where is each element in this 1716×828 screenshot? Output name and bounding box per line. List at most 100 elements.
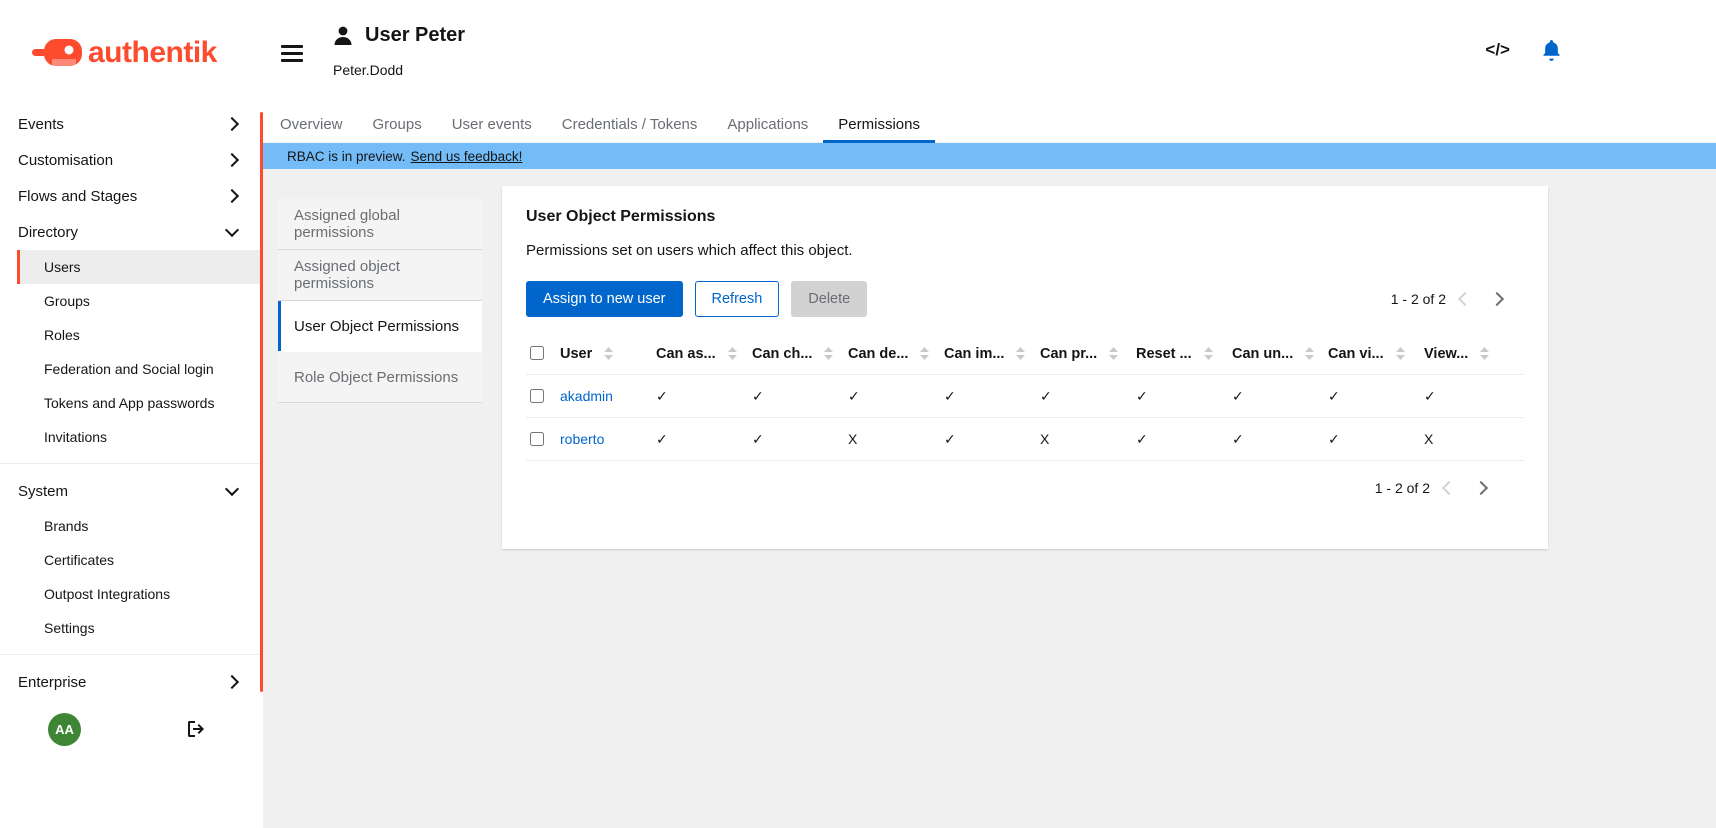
tab-applications[interactable]: Applications — [712, 106, 823, 142]
sidebar-item-roles[interactable]: Roles — [17, 318, 263, 352]
sidebar-item-tokens[interactable]: Tokens and App passwords — [17, 386, 263, 420]
column-header-can-unassign: Can un... — [1232, 333, 1328, 375]
tab-credentials-tokens[interactable]: Credentials / Tokens — [547, 106, 713, 142]
sort-icon[interactable] — [920, 347, 929, 360]
menu-toggle-button[interactable] — [281, 41, 303, 66]
table-row: akadmin ✓ ✓ ✓ ✓ ✓ ✓ ✓ ✓ ✓ — [526, 375, 1524, 418]
assign-to-new-user-button[interactable]: Assign to new user — [526, 281, 683, 317]
permission-cell: ✓ — [944, 375, 1040, 418]
sidebar-item-directory[interactable]: Directory — [0, 214, 263, 250]
pagination-next-button[interactable] — [1468, 475, 1494, 501]
tab-user-events[interactable]: User events — [437, 106, 547, 142]
user-object-permissions-panel: User Object Permissions Permissions set … — [502, 186, 1548, 549]
subtab-user-object-permissions[interactable]: User Object Permissions — [278, 301, 482, 352]
permission-cell: X — [1424, 418, 1524, 461]
sidebar-item-customisation[interactable]: Customisation — [0, 142, 263, 178]
panel-description: Permissions set on users which affect th… — [526, 242, 1524, 259]
pagination-top: 1 - 2 of 2 — [1391, 286, 1524, 312]
sidebar-item-groups[interactable]: Groups — [17, 284, 263, 318]
subtab-role-object-permissions[interactable]: Role Object Permissions — [278, 352, 482, 403]
sign-out-icon[interactable] — [187, 720, 207, 738]
sidebar-item-label: Flows and Stages — [18, 188, 137, 205]
pagination-prev-button[interactable] — [1436, 475, 1462, 501]
user-link[interactable]: akadmin — [560, 388, 613, 404]
subtab-assigned-object-permissions[interactable]: Assigned object permissions — [278, 250, 482, 301]
page-header: User Peter Peter.Dodd </> — [263, 0, 1716, 106]
nav-divider — [0, 654, 263, 655]
sort-icon[interactable] — [1305, 347, 1314, 360]
sort-icon[interactable] — [1204, 347, 1213, 360]
tab-groups[interactable]: Groups — [358, 106, 437, 142]
user-link[interactable]: roberto — [560, 431, 604, 447]
feedback-link[interactable]: Send us feedback! — [411, 149, 523, 164]
permission-subtabs: Assigned global permissions Assigned obj… — [278, 199, 482, 403]
column-header-can-delete: Can de... — [848, 333, 944, 375]
page-subtitle: Peter.Dodd — [333, 62, 403, 78]
sidebar-item-invitations[interactable]: Invitations — [17, 420, 263, 454]
sidebar-item-flows-and-stages[interactable]: Flows and Stages — [0, 178, 263, 214]
chevron-right-icon — [225, 189, 239, 203]
sidebar-item-label: Directory — [18, 224, 78, 241]
notifications-bell-icon[interactable] — [1542, 40, 1561, 61]
sort-icon[interactable] — [824, 347, 833, 360]
api-code-icon[interactable]: </> — [1485, 40, 1510, 60]
sidebar-item-outpost-integrations[interactable]: Outpost Integrations — [17, 577, 263, 611]
column-header-can-impersonate: Can im... — [944, 333, 1040, 375]
sidebar-item-events[interactable]: Events — [0, 106, 263, 142]
column-header-view: View... — [1424, 333, 1524, 375]
chevron-right-icon — [225, 675, 239, 689]
column-header-can-view: Can vi... — [1328, 333, 1424, 375]
chevron-right-icon — [225, 117, 239, 131]
sort-icon[interactable] — [728, 347, 737, 360]
tab-overview[interactable]: Overview — [265, 106, 358, 142]
pagination-label: 1 - 2 of 2 — [1375, 480, 1430, 496]
permission-cell: ✓ — [1136, 375, 1232, 418]
sort-icon[interactable] — [604, 347, 613, 360]
sidebar: authentik Events Customisation Flows and… — [0, 0, 263, 828]
nav-divider — [0, 463, 263, 464]
sort-icon[interactable] — [1016, 347, 1025, 360]
rbac-preview-banner: RBAC is in preview. Send us feedback! — [263, 143, 1716, 169]
permission-cell: ✓ — [1232, 418, 1328, 461]
permission-cell: ✓ — [656, 375, 752, 418]
table-header-row: User Can as... Can ch... Can de... Can i… — [526, 333, 1524, 375]
permission-cell: ✓ — [1136, 418, 1232, 461]
chevron-left-icon — [1442, 481, 1456, 495]
sidebar-item-brands[interactable]: Brands — [17, 509, 263, 543]
pagination-bottom: 1 - 2 of 2 — [1375, 475, 1494, 501]
user-icon — [331, 24, 355, 53]
sort-icon[interactable] — [1109, 347, 1118, 360]
column-header-reset: Reset ... — [1136, 333, 1232, 375]
avatar[interactable]: AA — [48, 713, 81, 746]
pagination-next-button[interactable] — [1484, 286, 1510, 312]
sidebar-item-system[interactable]: System — [0, 473, 263, 509]
sidebar-item-settings[interactable]: Settings — [17, 611, 263, 645]
row-checkbox[interactable] — [530, 389, 544, 403]
subtab-assigned-global-permissions[interactable]: Assigned global permissions — [278, 199, 482, 250]
sidebar-item-label: Enterprise — [18, 674, 86, 691]
permission-cell: ✓ — [752, 375, 848, 418]
sort-icon[interactable] — [1396, 347, 1405, 360]
pagination-prev-button[interactable] — [1452, 286, 1478, 312]
sidebar-item-label: Events — [18, 116, 64, 133]
refresh-button[interactable]: Refresh — [695, 281, 780, 317]
authentik-logo[interactable]: authentik — [0, 0, 263, 106]
content-area: Assigned global permissions Assigned obj… — [263, 169, 1716, 828]
logo-text: authentik — [88, 36, 217, 70]
sort-icon[interactable] — [1480, 347, 1489, 360]
select-all-checkbox[interactable] — [530, 346, 544, 360]
sidebar-item-certificates[interactable]: Certificates — [17, 543, 263, 577]
table-row: roberto ✓ ✓ X ✓ X ✓ ✓ ✓ X — [526, 418, 1524, 461]
sidebar-item-enterprise[interactable]: Enterprise — [0, 664, 263, 700]
permission-cell: ✓ — [1040, 375, 1136, 418]
chevron-left-icon — [1458, 292, 1472, 306]
row-checkbox[interactable] — [530, 432, 544, 446]
sidebar-item-label: Customisation — [18, 152, 113, 169]
banner-text: RBAC is in preview. — [287, 149, 406, 164]
tab-permissions[interactable]: Permissions — [823, 106, 935, 142]
delete-button[interactable]: Delete — [791, 281, 867, 317]
sidebar-item-users[interactable]: Users — [17, 250, 263, 284]
sidebar-item-federation[interactable]: Federation and Social login — [17, 352, 263, 386]
column-header-user: User — [560, 333, 656, 375]
tab-bar: Overview Groups User events Credentials … — [263, 106, 1716, 143]
